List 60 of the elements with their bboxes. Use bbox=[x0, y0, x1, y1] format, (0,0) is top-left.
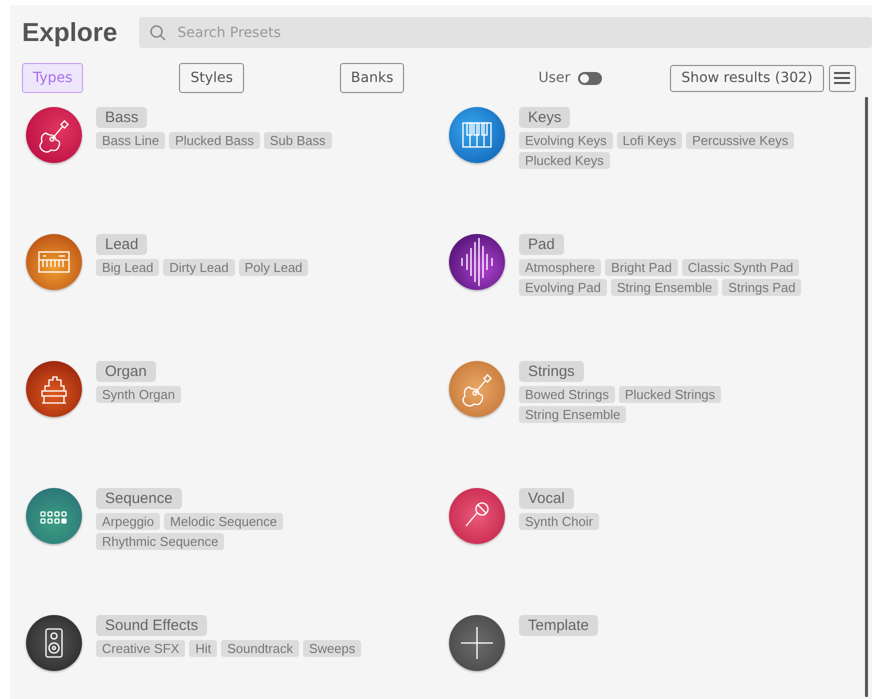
filter-tab[interactable]: Types bbox=[22, 63, 84, 93]
category-tag[interactable]: Keys bbox=[519, 107, 570, 128]
category-tag[interactable]: Strings bbox=[519, 361, 584, 382]
keyboard-icon[interactable] bbox=[449, 107, 505, 163]
subcategory-tag[interactable]: Hit bbox=[189, 640, 218, 657]
subcategory-tag[interactable]: Evolving Pad bbox=[519, 279, 607, 296]
subcategory-tag[interactable]: Arpeggio bbox=[96, 513, 160, 530]
category-tag[interactable]: Sound Effects bbox=[96, 615, 208, 636]
subcategory-tag[interactable]: Lofi Keys bbox=[616, 132, 682, 149]
plus-icon[interactable] bbox=[449, 615, 505, 671]
subcategory-tag[interactable]: Creative SFX bbox=[96, 640, 186, 657]
subcategory-tag[interactable]: Evolving Keys bbox=[519, 132, 613, 149]
subcategory-tag[interactable]: Soundtrack bbox=[221, 640, 299, 657]
search-field[interactable]: Search Presets bbox=[139, 17, 872, 48]
subcategory-tag[interactable]: Strings Pad bbox=[722, 279, 802, 296]
filter-tab[interactable]: Banks bbox=[340, 63, 404, 93]
subcategory-tag[interactable]: Big Lead bbox=[96, 259, 160, 276]
subcategory-tag[interactable]: Percussive Keys bbox=[686, 132, 794, 149]
category-tag[interactable]: Sequence bbox=[96, 488, 182, 509]
organ-icon[interactable] bbox=[26, 361, 82, 417]
category-tag[interactable]: Template bbox=[519, 615, 598, 636]
speaker-icon[interactable] bbox=[26, 615, 82, 671]
microphone-icon[interactable] bbox=[449, 488, 505, 544]
search-icon bbox=[149, 24, 168, 42]
subcategory-tag[interactable]: Bowed Strings bbox=[519, 386, 615, 403]
subcategory-tag[interactable]: Bass Line bbox=[96, 132, 166, 149]
filter-tab[interactable]: Styles bbox=[179, 63, 244, 93]
subcategory-tag[interactable]: String Ensemble bbox=[519, 406, 626, 423]
instrument-icon[interactable] bbox=[26, 107, 82, 163]
category-tag[interactable]: Bass bbox=[96, 107, 148, 128]
subcategory-tag[interactable]: Plucked Bass bbox=[169, 132, 260, 149]
subcategory-tag[interactable]: String Ensemble bbox=[610, 279, 718, 296]
instrument-icon[interactable] bbox=[449, 361, 505, 417]
subcategory-tag[interactable]: Classic Synth Pad bbox=[682, 259, 800, 276]
keyboard-icon[interactable] bbox=[26, 234, 82, 290]
waveform-icon[interactable] bbox=[449, 234, 505, 290]
subcategory-tag[interactable]: Melodic Sequence bbox=[164, 513, 284, 530]
scrollbar[interactable] bbox=[865, 97, 868, 697]
menu-icon bbox=[834, 71, 850, 85]
subcategory-tag[interactable]: Sweeps bbox=[302, 640, 362, 657]
subcategory-tag[interactable]: Poly Lead bbox=[238, 259, 308, 276]
step-grid-icon[interactable] bbox=[26, 488, 82, 544]
subcategory-tag[interactable]: Synth Choir bbox=[519, 513, 599, 530]
show-results-button[interactable]: Show results (302) bbox=[670, 64, 824, 92]
subcategory-tag[interactable]: Rhythmic Sequence bbox=[96, 533, 224, 550]
subcategory-tag[interactable]: Bright Pad bbox=[605, 259, 678, 276]
subcategory-tag[interactable]: Dirty Lead bbox=[163, 259, 235, 276]
menu-button[interactable] bbox=[828, 64, 856, 92]
subcategory-tag[interactable]: Sub Bass bbox=[264, 132, 332, 149]
category-tag[interactable]: Organ bbox=[96, 361, 156, 382]
user-toggle[interactable] bbox=[578, 72, 602, 84]
category-tag[interactable]: Vocal bbox=[519, 488, 574, 509]
subcategory-tag[interactable]: Atmosphere bbox=[519, 259, 602, 276]
subcategory-tag[interactable]: Plucked Keys bbox=[519, 152, 610, 169]
category-tag[interactable]: Pad bbox=[519, 234, 564, 255]
subcategory-tag[interactable]: Plucked Strings bbox=[618, 386, 722, 403]
subcategory-tag[interactable]: Synth Organ bbox=[96, 386, 181, 403]
category-tag[interactable]: Lead bbox=[96, 234, 148, 255]
user-label: User bbox=[538, 70, 570, 86]
page-title: Explore bbox=[22, 17, 118, 48]
